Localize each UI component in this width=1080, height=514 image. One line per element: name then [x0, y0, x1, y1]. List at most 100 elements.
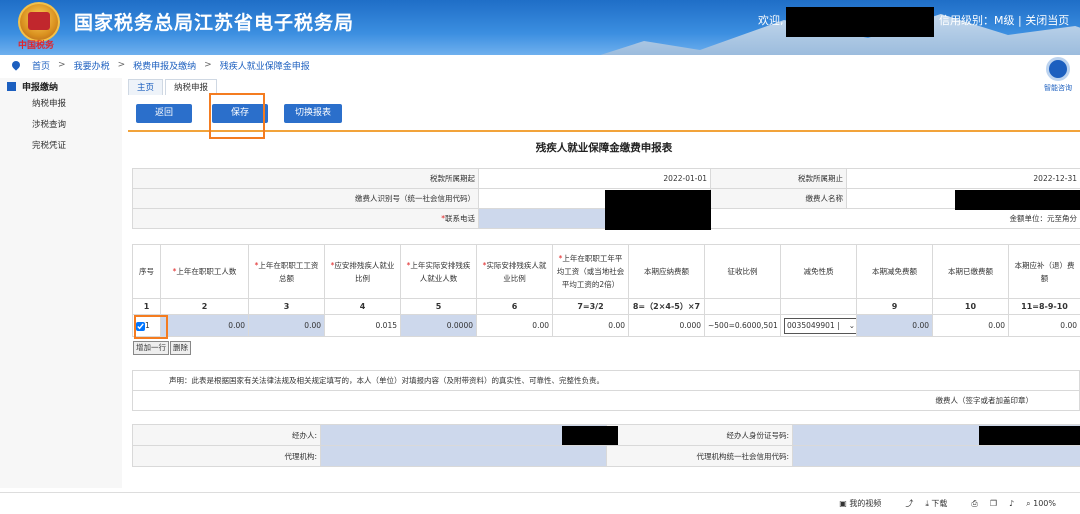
column-number: 4: [324, 298, 401, 315]
site-banner: 中国税务 国家税务总局江苏省电子税务局 欢迎, 信用级别：M级 | 关闭当页: [0, 0, 1080, 55]
zoom-level[interactable]: ⌕ 100%: [1026, 499, 1068, 509]
form-title: 残疾人就业保障金缴费申报表: [535, 142, 673, 154]
smart-consult-label: 智能咨询: [1044, 84, 1072, 92]
column-header: 本期已缴费额: [932, 244, 1009, 299]
column-header: *实际安排残疾人就业比例: [476, 244, 553, 299]
sidebar-heading-label: 申报缴纳: [22, 82, 59, 93]
tab-bar: 主页 纳税申报: [128, 79, 219, 95]
sound-icon[interactable]: ♪: [1009, 499, 1014, 508]
column-header: *应安排残疾人就业比例: [324, 244, 401, 299]
disabled-count-input[interactable]: 0.0000: [400, 314, 477, 337]
avg-wage-value: 0.00: [552, 314, 629, 337]
period-end-value: 2022-12-31: [846, 168, 1080, 189]
currency-unit: 金额单位：元至角分: [710, 208, 1080, 229]
relief-select[interactable]: 0035049901 | ⌄: [784, 317, 856, 334]
column-header: 征收比例: [704, 244, 781, 299]
download-button[interactable]: ⤓ 下载: [925, 498, 959, 509]
column-header: 本期应纳费额: [628, 244, 705, 299]
column-number: 5: [400, 298, 477, 315]
breadcrumb-current[interactable]: 残疾人就业保障金申报: [220, 59, 310, 72]
delete-row-button[interactable]: 删除: [170, 341, 191, 355]
logo-mark: 中国税务: [18, 41, 55, 51]
taxpayer-name-label: 缴费人名称: [710, 188, 847, 209]
add-row-button[interactable]: 增加一行: [133, 341, 169, 355]
column-number: 6: [476, 298, 553, 315]
breadcrumb-my-tax[interactable]: 我要办税: [74, 59, 110, 72]
column-header-label: 应安排残疾人就业比例: [334, 260, 395, 283]
breadcrumb-home[interactable]: 首页: [32, 59, 50, 72]
headset-icon: [1046, 57, 1070, 81]
column-number: 1: [132, 298, 161, 315]
table-header-row: 序号 *上年在职职工人数 *上年在职职工工资总额 *应安排残疾人就业比例 *上年实际安排…: [132, 244, 1080, 299]
location-pin-icon: [10, 59, 22, 71]
column-number: 10: [932, 298, 1009, 315]
relief-select-value: 0035049901 |: [787, 320, 840, 330]
actual-ratio-value: 0.00: [476, 314, 553, 337]
welcome-text: 欢迎,: [758, 14, 784, 27]
back-button[interactable]: 返回: [136, 104, 192, 123]
switch-form-button[interactable]: 切换报表: [284, 104, 342, 123]
handler-id-label: 经办人身份证号码:: [606, 424, 793, 446]
share-icon[interactable]: ⤴: [905, 498, 913, 509]
column-header-label: 本期应补（退）费额: [1014, 260, 1075, 283]
column-number: 7=3/2: [552, 298, 629, 315]
wages-input[interactable]: 0.00: [248, 314, 325, 337]
column-number: [780, 298, 857, 315]
payable-value: 0.000: [628, 314, 705, 337]
column-header: 减免性质: [780, 244, 857, 299]
column-header: *上年在职职工年平均工资（或当地社会平均工资的2倍）: [552, 244, 629, 299]
levy-detail-table: 序号 *上年在职职工人数 *上年在职职工工资总额 *应安排残疾人就业比例 *上年实际安排…: [132, 244, 1080, 337]
column-number: 8=（2×4-5）×7: [628, 298, 705, 315]
declaration-table: 声明：此表是根据国家有关法律法规及相关规定填写的，本人（单位）对填报内容（及附带…: [132, 370, 1080, 411]
column-header-label: 上年在职职工人数: [176, 267, 237, 276]
site-title: 国家税务总局江苏省电子税务局: [74, 12, 355, 34]
column-number: 2: [160, 298, 249, 315]
checkbox-highlight-box: [134, 315, 168, 339]
column-header-label: 本期减免费额: [872, 267, 917, 276]
breadcrumb-separator: >: [58, 60, 66, 70]
table-row: 1 0.00 0.00 0.015 0.0000 0.00 0.00 0.000…: [132, 314, 1080, 337]
column-number: [704, 298, 781, 315]
save-highlight-box: [209, 93, 265, 139]
column-header: 本期减免费额: [856, 244, 933, 299]
sidebar-heading[interactable]: 申报缴纳: [0, 78, 122, 94]
breadcrumb: 首页 > 我要办税 > 税费申报及缴纳 > 残疾人就业保障金申报: [0, 56, 1080, 74]
column-header-label: 上年实际安排残疾人就业人数: [410, 260, 471, 283]
ratio-value: 0.015: [324, 314, 401, 337]
phone-label-text: 联系电话: [445, 214, 475, 223]
redacted-username: [786, 7, 934, 37]
print-icon[interactable]: ⎙: [971, 499, 977, 509]
breadcrumb-separator: >: [204, 60, 212, 70]
redacted-handler-id: [979, 426, 1080, 445]
taxpayer-id-label: 缴费人识别号（统一社会信用代码）: [132, 188, 479, 209]
my-video-button[interactable]: ▣ 我的视频: [839, 498, 893, 509]
redacted-taxpayer-info: [605, 190, 711, 230]
column-header: 序号: [132, 244, 161, 299]
my-video-label: 我的视频: [849, 499, 882, 508]
credit-level-close-link[interactable]: 信用级别：M级 | 关闭当页: [939, 12, 1069, 28]
column-header: 本期应补（退）费额: [1008, 244, 1080, 299]
sidebar-item-tax-query[interactable]: 涉税查询: [0, 115, 122, 136]
agency-input[interactable]: [320, 445, 607, 467]
signature-label: 缴费人（签字或者加盖印章）: [132, 390, 1080, 411]
relief-select-cell: 0035049901 | ⌄: [780, 314, 857, 337]
period-start-label: 税款所属期起: [132, 168, 479, 189]
breadcrumb-declare-pay[interactable]: 税费申报及缴纳: [133, 59, 196, 72]
reduced-amount-input[interactable]: 0.00: [856, 314, 933, 337]
column-header: *上年在职职工工资总额: [248, 244, 325, 299]
period-start-value: 2022-01-01: [478, 168, 711, 189]
chevron-down-icon: ⌄: [848, 320, 855, 330]
agency-code-input[interactable]: [792, 445, 1080, 467]
handler-label: 经办人:: [132, 424, 321, 446]
sidebar-item-tax-declaration[interactable]: 纳税申报: [0, 94, 122, 115]
workers-input[interactable]: 0.00: [160, 314, 249, 337]
smart-consult-button[interactable]: 智能咨询: [1040, 57, 1076, 97]
breadcrumb-separator: >: [117, 60, 126, 70]
column-header-label: 上年在职职工年平均工资（或当地社会平均工资的2倍）: [556, 254, 625, 289]
tab-home[interactable]: 主页: [128, 79, 164, 95]
column-header-label: 征收比例: [727, 267, 758, 276]
copy-icon[interactable]: ❐: [990, 499, 997, 508]
column-number: 9: [856, 298, 933, 315]
sidebar-item-tax-certificate[interactable]: 完税凭证: [0, 136, 122, 157]
redacted-handler: [562, 426, 618, 445]
